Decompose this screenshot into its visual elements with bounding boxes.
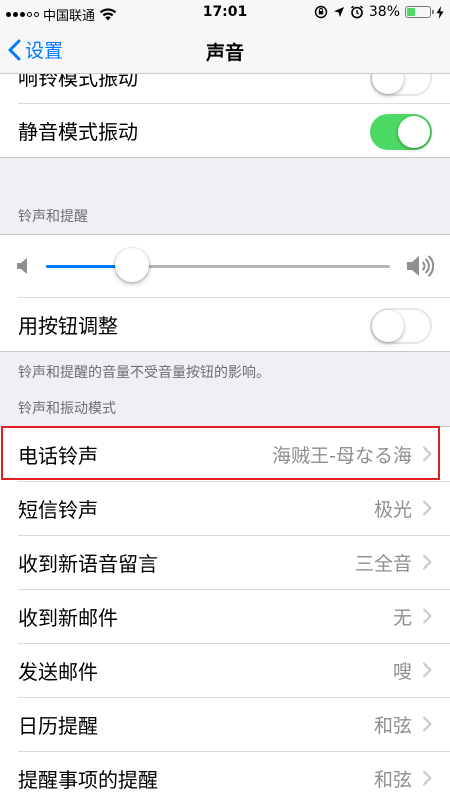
new-mail-label: 收到新邮件 (18, 605, 118, 630)
new-voicemail-value: 三全音 (354, 552, 412, 575)
change-with-buttons-row: 用按钮调整 (0, 297, 450, 351)
chevron-right-icon (423, 446, 432, 462)
sent-mail-label: 发送邮件 (18, 659, 98, 684)
battery-percent: 38% (368, 4, 400, 20)
text-tone-row[interactable]: 短信铃声 极光 (0, 481, 450, 535)
chevron-right-icon (423, 554, 432, 570)
patterns-section-header: 铃声和振动模式 (18, 401, 116, 417)
ringer-volume-row (0, 235, 450, 297)
settings-content[interactable]: 响铃模式振动 静音模式振动 铃声和提醒 用按钮调整 铃声和提醒的音量不受音量按钮… (0, 74, 450, 800)
sent-mail-value: 嗖 (392, 660, 412, 683)
text-tone-label: 短信铃声 (18, 497, 98, 522)
alarm-icon (350, 5, 363, 19)
battery-icon (405, 6, 434, 18)
location-icon (333, 7, 344, 17)
calendar-alerts-label: 日历提醒 (18, 713, 98, 738)
chevron-right-icon (423, 500, 432, 516)
toggle-knob (372, 74, 404, 94)
ringer-group: 用按钮调整 (0, 234, 450, 352)
reminder-alerts-row[interactable]: 提醒事项的提醒 和弦 (0, 751, 450, 800)
volume-high-icon (407, 255, 434, 277)
toggle-knob (372, 310, 404, 342)
ringtone-row[interactable]: 电话铃声 海贼王-母なる海 (0, 427, 450, 481)
slider-thumb[interactable] (115, 248, 149, 282)
vibrate-on-silent-row: 静音模式振动 (0, 103, 450, 157)
reminder-alerts-label: 提醒事项的提醒 (18, 767, 158, 792)
new-mail-value: 无 (392, 606, 412, 629)
page-title: 声音 (205, 42, 244, 64)
ringtone-value: 海贼王-母なる海 (272, 444, 412, 467)
vibrate-on-silent-toggle[interactable] (370, 114, 432, 150)
status-right: 38% (314, 4, 444, 20)
new-mail-row[interactable]: 收到新邮件 无 (0, 589, 450, 643)
chevron-right-icon (423, 662, 432, 678)
new-voicemail-label: 收到新语音留言 (18, 551, 158, 576)
ringer-section-header: 铃声和提醒 (18, 209, 88, 225)
chevron-right-icon (423, 716, 432, 732)
ringer-section-footer: 铃声和提醒的音量不受音量按钮的影响。 (18, 365, 270, 381)
ringtone-label: 电话铃声 (18, 443, 98, 468)
charging-icon (436, 5, 444, 19)
calendar-alerts-row[interactable]: 日历提醒 和弦 (0, 697, 450, 751)
chevron-right-icon (423, 770, 432, 786)
toggle-knob (398, 116, 430, 148)
text-tone-value: 极光 (373, 498, 412, 521)
change-with-buttons-toggle[interactable] (370, 308, 432, 344)
navigation-bar: 设置 声音 (0, 26, 450, 74)
orientation-lock-icon (314, 5, 328, 19)
status-bar: 中国联通 17:01 38% (0, 0, 450, 26)
new-voicemail-row[interactable]: 收到新语音留言 三全音 (0, 535, 450, 589)
ringer-volume-slider[interactable] (46, 248, 390, 282)
calendar-alerts-value: 和弦 (373, 714, 412, 737)
chevron-right-icon (423, 608, 432, 624)
volume-low-icon (17, 258, 27, 274)
vibrate-group: 响铃模式振动 静音模式振动 (0, 74, 450, 158)
reminder-alerts-value: 和弦 (373, 768, 412, 791)
sent-mail-row[interactable]: 发送邮件 嗖 (0, 643, 450, 697)
vibrate-on-ring-row: 响铃模式振动 (0, 74, 450, 103)
patterns-group: 电话铃声 海贼王-母なる海 短信铃声 极光 收到新语音留言 三全音 收到新邮件 … (0, 426, 450, 800)
vibrate-on-ring-toggle[interactable] (370, 74, 432, 96)
